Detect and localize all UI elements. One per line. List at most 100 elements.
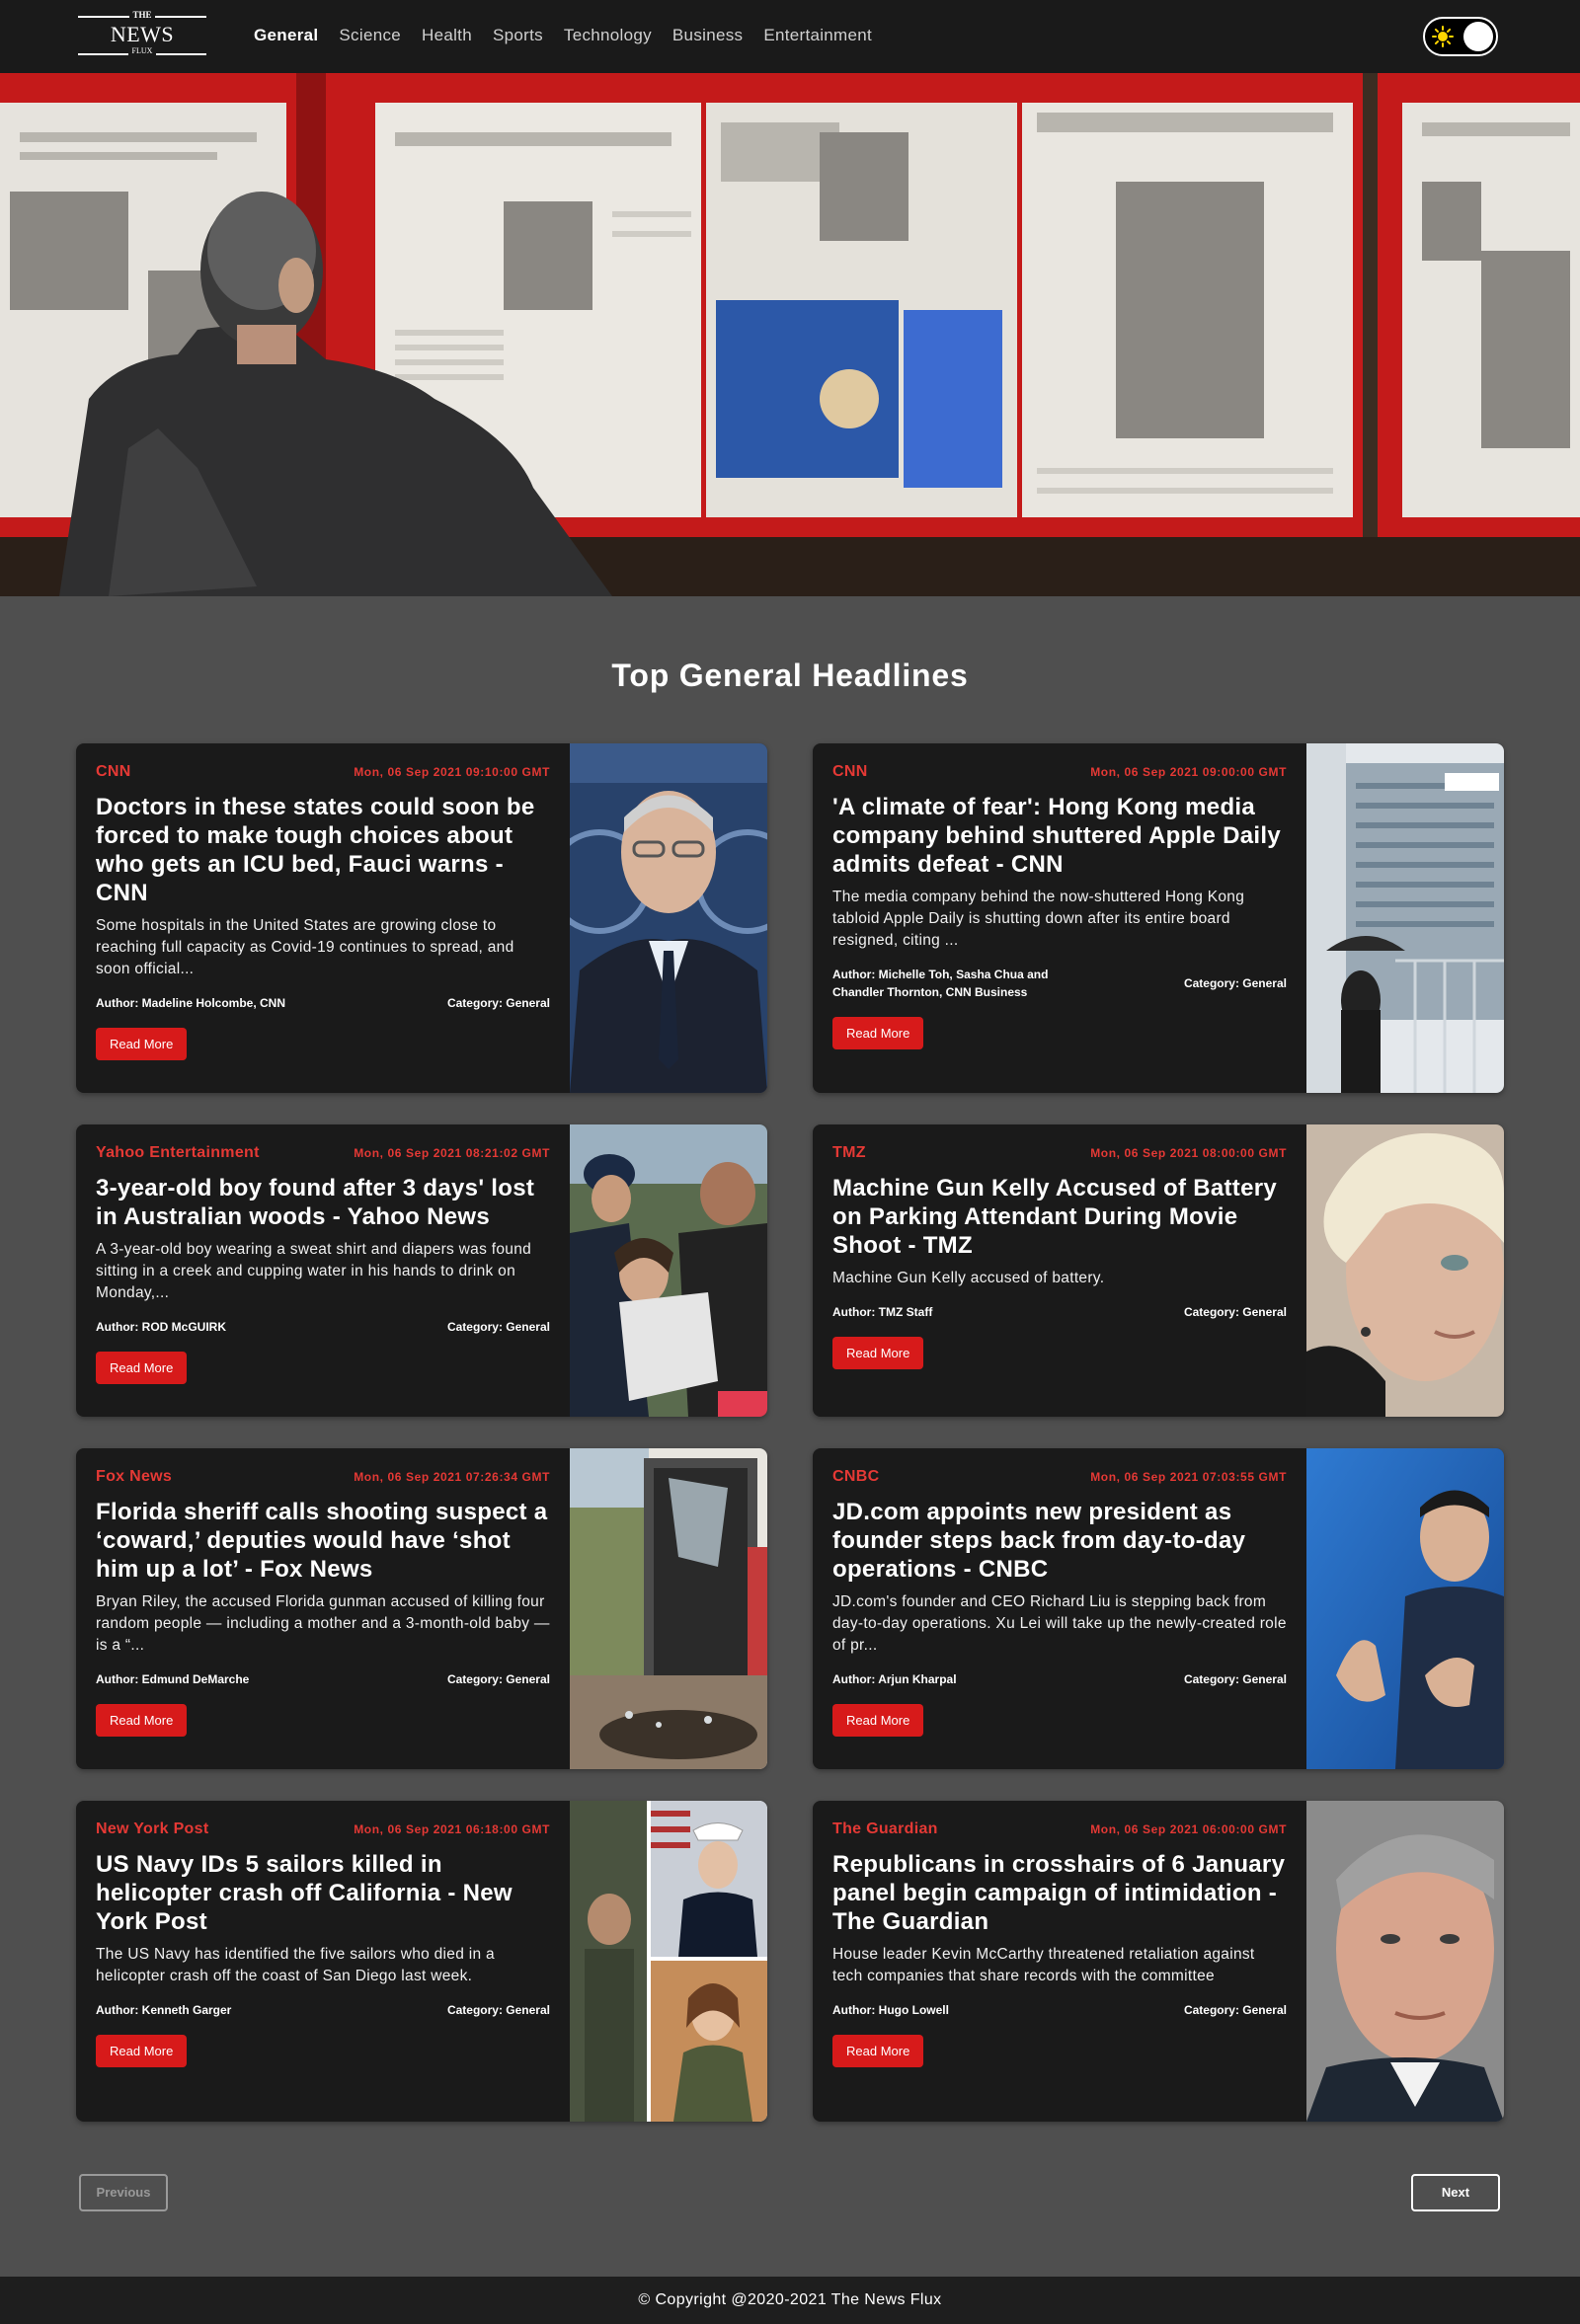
card-body: Fox News Mon, 06 Sep 2021 07:26:34 GMT F…	[76, 1448, 570, 1769]
card-source: Fox News	[96, 1468, 173, 1485]
nav-item-technology[interactable]: Technology	[564, 26, 652, 45]
card-meta: Fox News Mon, 06 Sep 2021 07:26:34 GMT	[96, 1468, 550, 1488]
card-body: Yahoo Entertainment Mon, 06 Sep 2021 08:…	[76, 1124, 570, 1417]
card-info: Author: Edmund DeMarche Category: Genera…	[96, 1670, 550, 1688]
card-source: New York Post	[96, 1820, 209, 1837]
read-more-button[interactable]: Read More	[96, 1028, 188, 1060]
card-thumbnail-family-embrace[interactable]	[570, 1124, 767, 1417]
card-title: Republicans in crosshairs of 6 January p…	[832, 1851, 1286, 1935]
card-date: Mon, 06 Sep 2021 07:03:55 GMT	[1090, 1470, 1287, 1484]
previous-button[interactable]: Previous	[79, 2174, 168, 2211]
card-info: Author: TMZ Staff Category: General	[832, 1303, 1287, 1321]
read-more-button[interactable]: Read More	[832, 1337, 924, 1369]
card-author: Author: TMZ Staff	[832, 1305, 933, 1319]
card-body: CNN Mon, 06 Sep 2021 09:10:00 GMT Doctor…	[76, 743, 570, 1093]
card-body: New York Post Mon, 06 Sep 2021 06:18:00 …	[76, 1801, 570, 2122]
card-thumbnail-sailor-portraits[interactable]	[570, 1801, 767, 2122]
card-thumbnail-office-building[interactable]	[1306, 743, 1504, 1093]
toggle-knob	[1463, 22, 1493, 51]
card-info: Author: ROD McGUIRK Category: General	[96, 1318, 550, 1336]
logo-top-text: THE	[78, 10, 206, 20]
news-card: Yahoo Entertainment Mon, 06 Sep 2021 08:…	[76, 1124, 767, 1417]
logo-bottom-text: FLUX	[78, 46, 206, 55]
news-card: CNBC Mon, 06 Sep 2021 07:03:55 GMT JD.co…	[813, 1448, 1504, 1769]
card-meta: CNN Mon, 06 Sep 2021 09:00:00 GMT	[832, 763, 1287, 783]
card-body: The Guardian Mon, 06 Sep 2021 06:00:00 G…	[813, 1801, 1306, 2122]
card-source: CNN	[96, 763, 131, 780]
card-meta: TMZ Mon, 06 Sep 2021 08:00:00 GMT	[832, 1144, 1287, 1164]
card-description: The media company behind the now-shutter…	[832, 889, 1245, 949]
card-thumbnail-politician-portrait[interactable]	[1306, 1801, 1504, 2122]
nav-item-health[interactable]: Health	[422, 26, 472, 45]
card-author: Author: Edmund DeMarche	[96, 1672, 250, 1686]
card-source: TMZ	[832, 1144, 866, 1161]
nav-item-sports[interactable]: Sports	[493, 26, 543, 45]
nav-item-business[interactable]: Business	[672, 26, 743, 45]
card-description: A 3-year-old boy wearing a sweat shirt a…	[96, 1241, 532, 1301]
brand-logo[interactable]: THE NEWS FLUX	[78, 8, 206, 57]
card-date: Mon, 06 Sep 2021 08:00:00 GMT	[1090, 1146, 1287, 1160]
card-source: CNN	[832, 763, 868, 780]
card-category: Category: General	[1183, 1305, 1287, 1319]
card-category: Category: General	[1183, 1672, 1287, 1686]
theme-toggle[interactable]	[1423, 17, 1498, 56]
read-more-button[interactable]: Read More	[96, 1704, 188, 1737]
hero-image	[0, 73, 1580, 596]
card-source: The Guardian	[832, 1820, 938, 1837]
card-meta: CNN Mon, 06 Sep 2021 09:10:00 GMT	[96, 763, 550, 783]
card-category: Category: General	[446, 996, 550, 1010]
card-title: US Navy IDs 5 sailors killed in helicopt…	[96, 1851, 513, 1935]
nav-item-science[interactable]: Science	[339, 26, 401, 45]
next-button[interactable]: Next	[1411, 2174, 1500, 2211]
read-more-button[interactable]: Read More	[96, 1352, 188, 1384]
read-more-button[interactable]: Read More	[832, 1017, 924, 1049]
read-more-button[interactable]: Read More	[832, 1704, 924, 1737]
card-author: Author: Arjun Kharpal	[832, 1672, 957, 1686]
card-title: Doctors in these states could soon be fo…	[96, 794, 535, 906]
card-thumbnail-speaker[interactable]	[1306, 1448, 1504, 1769]
card-description: Bryan Riley, the accused Florida gunman …	[96, 1593, 550, 1654]
card-info: Author: Hugo Lowell Category: General	[832, 2001, 1287, 2019]
card-category: Category: General	[1183, 976, 1287, 990]
card-date: Mon, 06 Sep 2021 08:21:02 GMT	[354, 1146, 550, 1160]
card-thumbnail-broken-window[interactable]	[570, 1448, 767, 1769]
card-source: Yahoo Entertainment	[96, 1144, 260, 1161]
card-body: CNN Mon, 06 Sep 2021 09:00:00 GMT 'A cli…	[813, 743, 1306, 1093]
card-author: Author: Hugo Lowell	[832, 2003, 949, 2017]
read-more-button[interactable]: Read More	[96, 2035, 188, 2067]
card-description: JD.com's founder and CEO Richard Liu is …	[832, 1593, 1287, 1654]
card-info: Author: Madeline Holcombe, CNN Category:…	[96, 994, 550, 1012]
card-category: Category: General	[446, 2003, 550, 2017]
nav-links: General Science Health Sports Technology…	[254, 26, 893, 45]
card-description: House leader Kevin McCarthy threatened r…	[832, 1946, 1255, 1984]
card-author: Author: Madeline Holcombe, CNN	[96, 996, 286, 1010]
nav-item-entertainment[interactable]: Entertainment	[763, 26, 872, 45]
card-body: TMZ Mon, 06 Sep 2021 08:00:00 GMT Machin…	[813, 1124, 1306, 1417]
card-date: Mon, 06 Sep 2021 07:26:34 GMT	[354, 1470, 550, 1484]
card-description: The US Navy has identified the five sail…	[96, 1946, 495, 1984]
card-date: Mon, 06 Sep 2021 06:00:00 GMT	[1090, 1822, 1287, 1836]
navbar: THE NEWS FLUX General Science Health Spo…	[0, 0, 1580, 73]
card-author: Author: Kenneth Garger	[96, 2003, 232, 2017]
card-category: Category: General	[446, 1320, 550, 1334]
card-title: Machine Gun Kelly Accused of Battery on …	[832, 1175, 1278, 1259]
card-meta: Yahoo Entertainment Mon, 06 Sep 2021 08:…	[96, 1144, 550, 1164]
card-meta: New York Post Mon, 06 Sep 2021 06:18:00 …	[96, 1820, 550, 1840]
card-thumbnail-blond-man[interactable]	[1306, 1124, 1504, 1417]
nav-item-general[interactable]: General	[254, 26, 318, 45]
footer-copyright: © Copyright @2020-2021 The News Flux	[0, 2277, 1580, 2324]
card-title: 3-year-old boy found after 3 days' lost …	[96, 1175, 535, 1230]
card-description: Machine Gun Kelly accused of battery.	[832, 1270, 1105, 1286]
news-card: Fox News Mon, 06 Sep 2021 07:26:34 GMT F…	[76, 1448, 767, 1769]
read-more-button[interactable]: Read More	[832, 2035, 924, 2067]
sun-icon	[1432, 26, 1454, 47]
card-author: Author: Michelle Toh, Sasha Chua and Cha…	[832, 968, 1049, 999]
card-title: Florida sheriff calls shooting suspect a…	[96, 1499, 548, 1583]
card-category: Category: General	[1183, 2003, 1287, 2017]
news-card: TMZ Mon, 06 Sep 2021 08:00:00 GMT Machin…	[813, 1124, 1504, 1417]
card-description: Some hospitals in the United States are …	[96, 917, 514, 977]
card-thumbnail-fauci-portrait[interactable]	[570, 743, 767, 1093]
card-body: CNBC Mon, 06 Sep 2021 07:03:55 GMT JD.co…	[813, 1448, 1306, 1769]
card-meta: CNBC Mon, 06 Sep 2021 07:03:55 GMT	[832, 1468, 1287, 1488]
news-card: CNN Mon, 06 Sep 2021 09:10:00 GMT Doctor…	[76, 743, 767, 1093]
